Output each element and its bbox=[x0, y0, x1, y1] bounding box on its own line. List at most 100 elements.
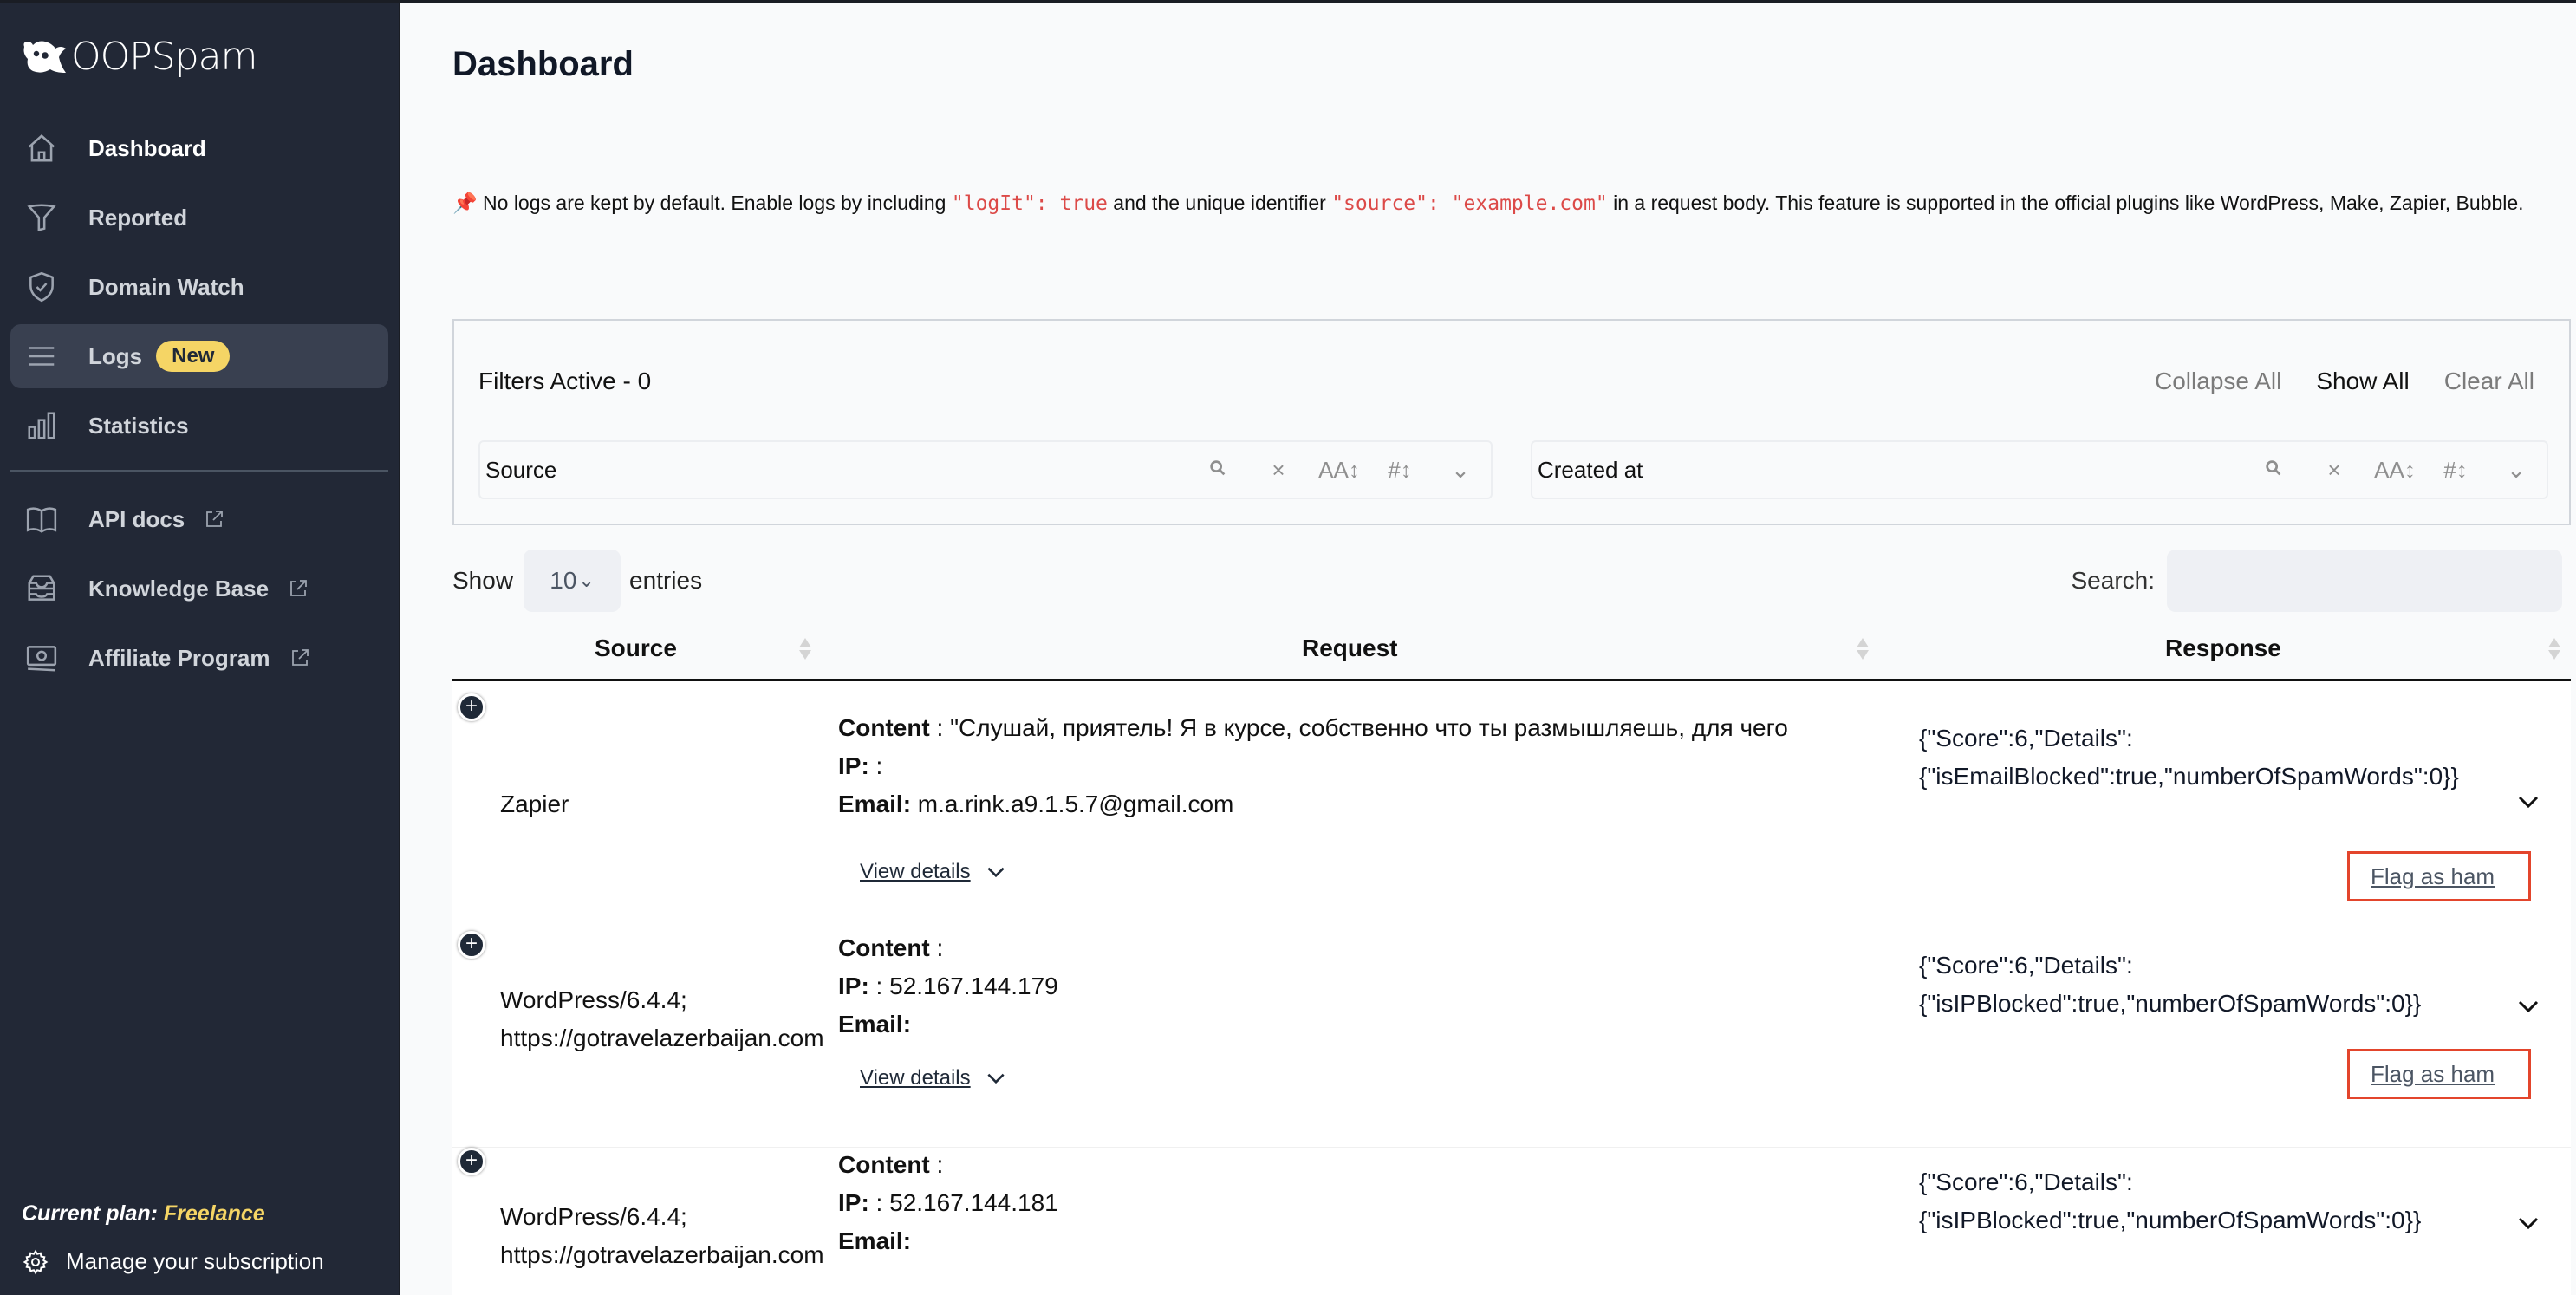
notice-code-logit: "logIt": true bbox=[951, 192, 1108, 215]
expand-row-icon[interactable]: + bbox=[458, 1148, 485, 1175]
sidebar-item-reported[interactable]: Reported bbox=[10, 185, 388, 250]
sidebar-item-domain-watch[interactable]: Domain Watch bbox=[10, 255, 388, 319]
sort-icon[interactable] bbox=[799, 636, 811, 662]
table-row: + WordPress/6.4.4; https://gotravelazerb… bbox=[452, 1148, 2571, 1295]
sidebar-item-api-docs[interactable]: API docs bbox=[10, 487, 388, 551]
chevron-down-icon[interactable]: ⌄ bbox=[2486, 457, 2547, 484]
table-row: + Zapier Content : "Слушай, приятель! Я … bbox=[452, 681, 2571, 927]
row-source: Zapier bbox=[500, 791, 569, 817]
chevron-down-icon[interactable] bbox=[2515, 1210, 2541, 1236]
entries-label: entries bbox=[629, 567, 703, 594]
sidebar-item-affiliate-program[interactable]: Affiliate Program bbox=[10, 626, 388, 690]
sidebar-item-dashboard[interactable]: Dashboard bbox=[10, 116, 388, 180]
ip-value: : 52.167.144.179 bbox=[868, 973, 1058, 999]
sidebar-item-statistics[interactable]: Statistics bbox=[10, 394, 388, 458]
sort-icon[interactable] bbox=[1857, 636, 1869, 662]
show-entries: Show 10 ⌄ entries bbox=[452, 550, 702, 612]
row-response: {"Score":6,"Details":{"isEmailBlocked":t… bbox=[1919, 725, 2459, 790]
content-value: : bbox=[929, 1151, 944, 1178]
row-request: Content : IP: : 52.167.144.181 Email: bbox=[838, 1146, 1058, 1260]
row-response: {"Score":6,"Details":{"isIPBlocked":true… bbox=[1919, 1168, 2422, 1233]
notice-text: No logs are kept by default. Enable logs… bbox=[477, 192, 952, 214]
column-header-response[interactable]: Response bbox=[2165, 634, 2281, 662]
current-plan: Current plan: Freelance bbox=[22, 1201, 265, 1227]
flag-as-ham-link[interactable]: Flag as ham bbox=[2371, 1061, 2495, 1088]
collapse-all-button[interactable]: Collapse All bbox=[2155, 368, 2281, 395]
sidebar-nav: Dashboard Reported Domain Watch Logs New bbox=[10, 116, 388, 695]
chevron-down-icon[interactable]: ⌄ bbox=[1430, 457, 1491, 484]
funnel-icon bbox=[24, 200, 59, 235]
new-badge: New bbox=[156, 341, 231, 372]
home-icon bbox=[24, 131, 59, 166]
content-label: Content bbox=[838, 934, 930, 961]
clear-filter-icon[interactable]: × bbox=[2304, 457, 2365, 484]
filters-active-count: Filters Active - 0 bbox=[478, 368, 652, 394]
pushpin-icon: 📌 bbox=[452, 192, 478, 214]
sidebar-item-logs[interactable]: Logs New bbox=[10, 324, 388, 388]
menu-lines-icon bbox=[24, 339, 59, 374]
alpha-sort-icon[interactable]: AA↕ bbox=[1309, 457, 1369, 484]
alpha-sort-icon[interactable]: AA↕ bbox=[2365, 457, 2425, 484]
search-input[interactable] bbox=[2167, 550, 2562, 612]
expand-row-icon[interactable]: + bbox=[458, 931, 485, 959]
numeric-sort-icon[interactable]: #↕ bbox=[2425, 457, 2486, 484]
show-all-button[interactable]: Show All bbox=[2316, 368, 2409, 395]
manage-subscription-label: Manage your subscription bbox=[66, 1248, 324, 1274]
view-details-toggle[interactable]: View details bbox=[860, 1066, 1007, 1090]
search-icon[interactable] bbox=[2243, 457, 2304, 484]
external-link-icon bbox=[289, 648, 310, 668]
ip-label: IP: bbox=[838, 973, 869, 999]
numeric-sort-icon[interactable]: #↕ bbox=[1369, 457, 1430, 484]
main-content: Dashboard 📌 No logs are kept by default.… bbox=[399, 0, 2576, 1295]
logs-notice: 📌 No logs are kept by default. Enable lo… bbox=[452, 184, 2567, 223]
chevron-down-icon[interactable] bbox=[2515, 993, 2541, 1019]
row-request: Content : "Слушай, приятель! Я в курсе, … bbox=[838, 709, 1788, 823]
entries-per-page-select[interactable]: 10 ⌄ bbox=[524, 550, 621, 612]
chevron-down-icon: ⌄ bbox=[578, 569, 595, 591]
manage-subscription-link[interactable]: Manage your subscription bbox=[23, 1248, 324, 1275]
filter-label: Created at bbox=[1538, 456, 1643, 483]
sidebar: OOPSpam Dashboard Reported Domain Watch … bbox=[0, 0, 399, 1295]
gear-icon bbox=[23, 1249, 49, 1274]
email-label: Email: bbox=[838, 1011, 912, 1038]
sidebar-item-label: Statistics bbox=[88, 412, 189, 439]
ip-value: : 52.167.144.181 bbox=[868, 1189, 1058, 1216]
logo[interactable]: OOPSpam bbox=[21, 35, 257, 79]
content-value: : "Слушай, приятель! Я в курсе, собствен… bbox=[929, 714, 1788, 741]
notice-text: and the unique identifier bbox=[1107, 192, 1332, 214]
view-details-toggle[interactable]: View details bbox=[860, 860, 1007, 884]
filter-actions: Collapse All Show All Clear All bbox=[2155, 368, 2534, 395]
clear-all-button[interactable]: Clear All bbox=[2444, 368, 2534, 395]
sidebar-divider bbox=[10, 470, 388, 472]
sidebar-item-label: Knowledge Base bbox=[88, 575, 270, 602]
row-request: Content : IP: : 52.167.144.179 Email: bbox=[838, 929, 1058, 1044]
flag-highlight-box: Flag as ham bbox=[2347, 1049, 2531, 1099]
ip-label: IP: bbox=[838, 752, 869, 779]
sort-icon[interactable] bbox=[2548, 636, 2560, 662]
row-source: WordPress/6.4.4; https://gotravelazerbai… bbox=[500, 986, 824, 1051]
logo-text: OOPSpam bbox=[71, 35, 257, 79]
notice-code-source: "source": "example.com" bbox=[1331, 192, 1608, 215]
filter-source[interactable]: Source × AA↕ #↕ ⌄ bbox=[478, 440, 1493, 499]
column-header-request[interactable]: Request bbox=[1302, 634, 1397, 662]
flag-as-ham-link[interactable]: Flag as ham bbox=[2371, 863, 2495, 890]
expand-row-icon[interactable]: + bbox=[458, 693, 485, 721]
email-label: Email: bbox=[838, 791, 912, 817]
chevron-down-icon[interactable] bbox=[2515, 789, 2541, 815]
table-header: Source Request Response bbox=[452, 626, 2571, 681]
sidebar-item-label: Affiliate Program bbox=[88, 644, 270, 671]
filter-created-at[interactable]: Created at × AA↕ #↕ ⌄ bbox=[1531, 440, 2548, 499]
logs-table: Source Request Response + Zapier Content… bbox=[452, 626, 2571, 1295]
sidebar-item-label: Reported bbox=[88, 204, 188, 231]
search-icon[interactable] bbox=[1187, 457, 1248, 484]
clear-filter-icon[interactable]: × bbox=[1248, 457, 1309, 484]
plan-label: Current plan: bbox=[22, 1201, 158, 1226]
view-details-label: View details bbox=[860, 1066, 971, 1090]
ghost-logo-icon bbox=[23, 41, 66, 73]
sidebar-item-knowledge-base[interactable]: Knowledge Base bbox=[10, 556, 388, 621]
column-header-source[interactable]: Source bbox=[595, 634, 677, 662]
ip-label: IP: bbox=[838, 1189, 869, 1216]
external-link-icon bbox=[204, 509, 224, 530]
ip-value: : bbox=[868, 752, 883, 779]
search-label: Search: bbox=[2071, 567, 2156, 594]
